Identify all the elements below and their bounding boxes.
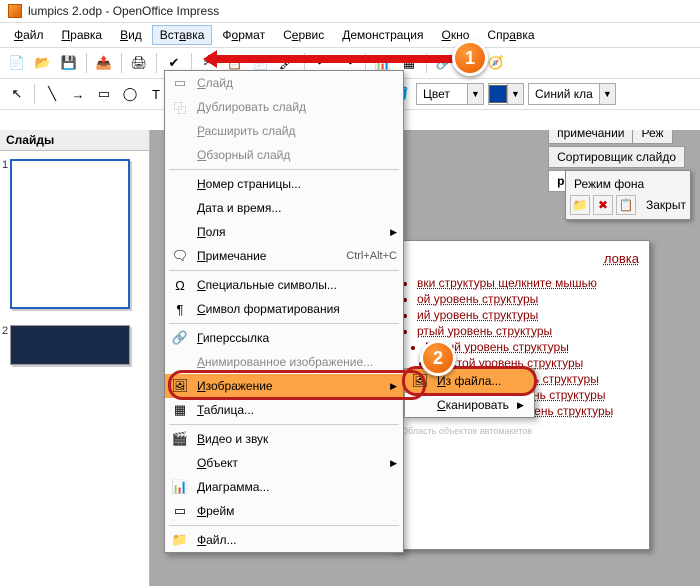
window-title: lumpics 2.odp - OpenOffice Impress bbox=[28, 4, 219, 18]
bg-delete-icon[interactable]: ✖ bbox=[593, 195, 613, 215]
submenu-arrow-icon: ▶ bbox=[390, 227, 397, 238]
menu-slideshow[interactable]: Демонстрация bbox=[334, 25, 431, 45]
slide-title-placeholder[interactable]: ловка bbox=[401, 251, 639, 266]
menu-format[interactable]: Формат bbox=[214, 25, 273, 45]
menu-item[interactable]: ΩСпециальные символы... bbox=[165, 273, 403, 297]
badge-2: 2 bbox=[420, 340, 456, 376]
menu-item: ⿻Дублировать слайд bbox=[165, 95, 403, 119]
menu-insert[interactable]: Вставка bbox=[152, 25, 213, 45]
tab-notes[interactable]: примечаний bbox=[548, 130, 633, 144]
print-icon[interactable]: 🖨 bbox=[128, 52, 150, 74]
menu-item-icon: 📊 bbox=[171, 479, 189, 495]
menu-item[interactable]: Поля▶ bbox=[165, 220, 403, 244]
popup-title: Режим фона bbox=[570, 175, 686, 195]
submenu-item[interactable]: 🖼Из файла... bbox=[405, 369, 534, 393]
menu-item[interactable]: 📁Файл... bbox=[165, 528, 403, 552]
submenu-arrow-icon: ▶ bbox=[390, 381, 397, 392]
arrow-icon[interactable]: → bbox=[67, 83, 89, 105]
submenu-arrow-icon: ▶ bbox=[390, 458, 397, 469]
slides-panel-header: Слайды bbox=[0, 130, 149, 151]
submenu-item-icon: 🖼 bbox=[411, 373, 429, 389]
menu-item[interactable]: 🗨ПримечаниеCtrl+Alt+C bbox=[165, 244, 403, 268]
menu-item[interactable]: Номер страницы... bbox=[165, 172, 403, 196]
background-mode-popup: Режим фона 📁 ✖ 📋 Закрыт bbox=[565, 170, 691, 220]
open-icon[interactable]: 📂 bbox=[32, 52, 54, 74]
titlebar: lumpics 2.odp - OpenOffice Impress bbox=[0, 0, 700, 23]
badge-1: 1 bbox=[452, 40, 488, 76]
save-icon[interactable]: 💾 bbox=[58, 52, 80, 74]
chevron-down-icon: ▼ bbox=[467, 84, 483, 104]
menu-help[interactable]: Справка bbox=[479, 25, 542, 45]
pointer-icon[interactable]: ↖ bbox=[6, 83, 28, 105]
menu-item[interactable]: 🖼Изображение▶ bbox=[165, 374, 403, 398]
menu-edit[interactable]: Правка bbox=[54, 25, 111, 45]
nav-icon[interactable]: 🧭 bbox=[485, 52, 507, 74]
export-icon[interactable]: 📤 bbox=[93, 52, 115, 74]
menu-item[interactable]: ▭Фрейм bbox=[165, 499, 403, 523]
line-icon[interactable]: ╲ bbox=[41, 83, 63, 105]
color-swatch bbox=[489, 85, 507, 103]
new-icon[interactable]: 📄 bbox=[6, 52, 28, 74]
ellipse-icon[interactable]: ◯ bbox=[119, 83, 141, 105]
autolayout-placeholder: Область объектов автомакетов bbox=[401, 426, 639, 436]
insert-menu-dropdown: ▭Слайд⿻Дублировать слайдРасширить слайдО… bbox=[164, 70, 404, 553]
slide-thumb-2[interactable]: 2 bbox=[10, 325, 139, 365]
annotation-arrow bbox=[208, 55, 458, 63]
menubar: Файл Правка Вид Вставка Формат Сервис Де… bbox=[0, 23, 700, 48]
rect-icon[interactable]: ▭ bbox=[93, 83, 115, 105]
submenu-arrow-icon: ▶ bbox=[517, 400, 524, 411]
fill-color-dropdown[interactable]: ▼ bbox=[488, 83, 524, 105]
slides-panel: Слайды 1 2 bbox=[0, 130, 150, 586]
tab-sorter[interactable]: Сортировщик слайдо bbox=[548, 146, 685, 168]
menu-item-icon: 📁 bbox=[171, 532, 189, 548]
slide-thumb-1[interactable]: 1 bbox=[10, 159, 139, 309]
menu-item-icon: ▭ bbox=[171, 503, 189, 519]
menu-item: Расширить слайд bbox=[165, 119, 403, 143]
menu-item-icon: ⿻ bbox=[171, 98, 189, 117]
submenu-item[interactable]: Сканировать ▶ bbox=[405, 393, 534, 417]
bg-rename-icon[interactable]: 📋 bbox=[616, 195, 636, 215]
menu-item[interactable]: Объект▶ bbox=[165, 451, 403, 475]
app-icon bbox=[8, 4, 22, 18]
line-color-dropdown[interactable]: Синий кла▼ bbox=[528, 83, 616, 105]
menu-item[interactable]: ¶Символ форматирования bbox=[165, 297, 403, 321]
menu-item-icon: ▦ bbox=[171, 402, 189, 418]
menu-item-icon: Ω bbox=[171, 278, 189, 293]
menu-item[interactable]: Дата и время... bbox=[165, 196, 403, 220]
menu-item: ▭Слайд bbox=[165, 71, 403, 95]
menu-item: Обзорный слайд bbox=[165, 143, 403, 167]
menu-item[interactable]: 🔗Гиперссылка bbox=[165, 326, 403, 350]
tab-mode[interactable]: Реж bbox=[632, 130, 672, 144]
menu-file[interactable]: Файл bbox=[6, 25, 52, 45]
menu-item-icon: 🎬 bbox=[171, 431, 189, 447]
bg-new-icon[interactable]: 📁 bbox=[570, 195, 590, 215]
menu-item-icon: ▭ bbox=[171, 75, 189, 91]
menu-item: Анимированное изображение... bbox=[165, 350, 403, 374]
menu-tools[interactable]: Сервис bbox=[275, 25, 332, 45]
menu-item-icon: 🖼 bbox=[171, 378, 189, 394]
image-submenu: 🖼Из файла...Сканировать ▶ bbox=[404, 368, 535, 418]
fill-type-dropdown[interactable]: Цвет▼ bbox=[416, 83, 484, 105]
menu-item[interactable]: 🎬Видео и звук bbox=[165, 427, 403, 451]
menu-item-icon: 🔗 bbox=[171, 330, 189, 346]
menu-item-icon: ¶ bbox=[171, 302, 189, 317]
bg-close[interactable]: Закрыт bbox=[646, 198, 686, 212]
menu-item-icon: 🗨 bbox=[171, 248, 189, 264]
menu-item[interactable]: ▦Таблица... bbox=[165, 398, 403, 422]
menu-view[interactable]: Вид bbox=[112, 25, 150, 45]
menu-item[interactable]: 📊Диаграмма... bbox=[165, 475, 403, 499]
